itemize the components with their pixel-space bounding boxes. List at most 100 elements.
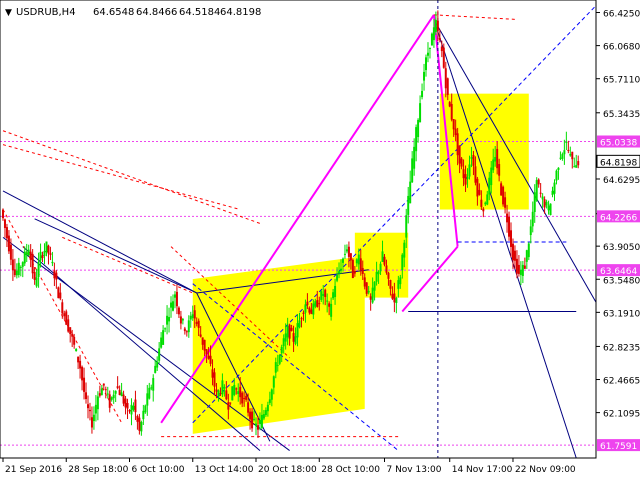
candle-down xyxy=(515,258,518,274)
candle-up xyxy=(549,203,552,216)
candle-down xyxy=(438,37,441,40)
candle-up xyxy=(468,164,471,177)
candle-down xyxy=(482,208,485,212)
yellow-box-0 xyxy=(192,255,365,434)
candle-up xyxy=(341,258,344,263)
candle-down xyxy=(391,293,394,299)
candle-down xyxy=(241,392,244,404)
candle-up xyxy=(559,157,562,159)
candle-up xyxy=(51,261,54,264)
candle-up xyxy=(110,397,113,400)
candle-up xyxy=(343,253,346,255)
candle-down xyxy=(11,259,14,271)
candle-down xyxy=(7,235,10,252)
candle-up xyxy=(191,314,194,319)
candle-up xyxy=(25,252,28,255)
candle-down xyxy=(55,272,58,280)
y-tick-label: 66.4250 xyxy=(603,10,640,20)
candle-down xyxy=(118,389,121,395)
candle-down xyxy=(442,47,445,68)
candle-down xyxy=(458,145,461,164)
candle-down xyxy=(460,158,463,167)
candle-up xyxy=(371,287,374,303)
candle-down xyxy=(229,402,232,404)
yellow-box-2 xyxy=(439,93,529,210)
candle-up xyxy=(314,301,317,307)
candle-up xyxy=(268,399,271,403)
candle-up xyxy=(381,251,384,262)
candle-up xyxy=(150,387,153,389)
candle-up xyxy=(407,195,410,215)
candle-up xyxy=(486,194,489,205)
candle-down xyxy=(480,199,483,207)
candle-up xyxy=(334,285,337,297)
candle-down xyxy=(511,243,514,261)
candle-up xyxy=(233,384,236,395)
candle-down xyxy=(508,216,511,237)
candle-down xyxy=(302,312,305,314)
candle-up xyxy=(262,414,265,419)
candle-up xyxy=(529,226,532,236)
chart-canvas[interactable]: 66.425066.068065.711065.343564.629564.25… xyxy=(0,0,640,480)
candle-up xyxy=(298,320,301,328)
header-low: 64.5184 xyxy=(179,7,220,18)
candle-up xyxy=(258,420,261,424)
candle-down xyxy=(256,425,259,430)
candle-down xyxy=(9,244,12,260)
level-label: 61.7591 xyxy=(600,442,637,452)
candle-down xyxy=(543,199,546,208)
candle-down xyxy=(128,410,131,412)
candle-down xyxy=(33,272,36,280)
candle-down xyxy=(29,251,32,260)
candle-down xyxy=(249,411,252,420)
y-tick-label: 66.0680 xyxy=(603,43,640,53)
candle-up xyxy=(541,196,544,200)
candle-down xyxy=(193,310,196,319)
candle-up xyxy=(397,280,400,289)
candle-down xyxy=(90,417,93,428)
candle-up xyxy=(152,378,155,391)
candle-down xyxy=(243,397,246,399)
candle-up xyxy=(286,325,289,338)
candle-down xyxy=(219,393,222,395)
x-tick-label: 22 Nov 09:00 xyxy=(515,465,576,475)
y-tick-label: 63.5480 xyxy=(603,276,640,286)
candle-up xyxy=(355,259,358,264)
candle-down xyxy=(328,303,331,307)
candle-down xyxy=(472,154,475,166)
candle-up xyxy=(466,176,469,180)
candle-down xyxy=(478,189,481,195)
candle-up xyxy=(527,243,530,258)
candle-down xyxy=(215,389,218,392)
candle-up xyxy=(92,414,95,422)
candle-down xyxy=(83,377,86,392)
candle-up xyxy=(425,57,428,71)
candle-down xyxy=(138,417,141,431)
candle-down xyxy=(567,149,570,152)
candle-up xyxy=(553,182,556,194)
candle-up xyxy=(575,165,578,168)
candle-down xyxy=(177,307,180,315)
candle-down xyxy=(448,102,451,107)
level-label: 64.2266 xyxy=(600,213,637,223)
candle-up xyxy=(573,166,576,168)
candle-up xyxy=(326,300,329,302)
candle-up xyxy=(399,277,402,285)
candle-down xyxy=(203,339,206,351)
candle-down xyxy=(361,268,364,274)
candle-up xyxy=(217,390,220,397)
candle-up xyxy=(312,303,315,315)
candle-up xyxy=(27,249,30,256)
candle-up xyxy=(154,365,157,373)
candle-up xyxy=(547,205,550,211)
candle-down xyxy=(571,151,574,160)
candle-up xyxy=(561,154,564,159)
candle-up xyxy=(525,250,528,262)
candle-up xyxy=(280,346,283,354)
candle-up xyxy=(270,389,273,400)
x-tick-label: 13 Oct 14:00 xyxy=(195,465,254,475)
candle-down xyxy=(13,269,16,276)
candle-down xyxy=(510,230,513,247)
candle-down xyxy=(539,192,542,194)
candle-down xyxy=(2,209,4,219)
